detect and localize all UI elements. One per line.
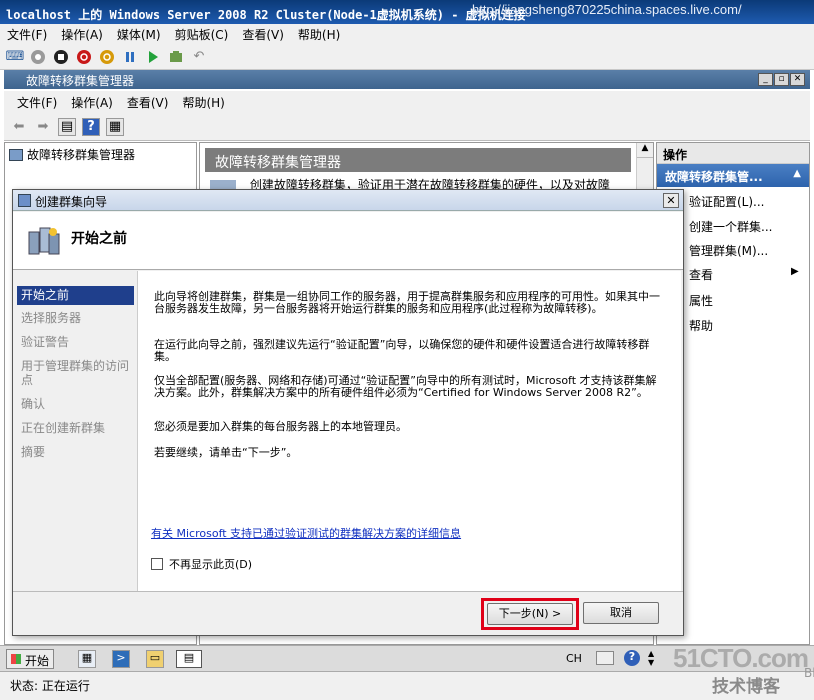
back-icon[interactable]: ⬅ [10,118,28,136]
vm-title: localhost 上的 Windows Server 2008 R2 Clus… [6,8,526,22]
shutdown-icon[interactable] [75,48,93,66]
resume-icon[interactable] [144,48,162,66]
explorer-icon[interactable]: ▭ [146,650,164,668]
start-button[interactable]: 开始 [6,649,54,669]
center-scrollbar[interactable]: ▲ [636,143,653,189]
continue-paragraph: 若要继续，请单击“下一步”。 [154,446,298,459]
wizard-page-title: 开始之前 [71,231,127,247]
step-validation-warning: 验证警告 [21,335,70,349]
minimize-icon[interactable]: _ [758,73,773,86]
vm-menu-help[interactable]: 帮助(H) [291,26,347,43]
wizard-steps: 开始之前 选择服务器 验证警告 用于管理群集的访问点 确认 正在创建新群集 摘要 [13,271,136,591]
status-bar: 状态: 正在运行 [0,671,814,700]
wizard-content: 此向导将创建群集，群集是一组协同工作的服务器，用于提高群集服务和应用程序的可用性… [137,271,681,591]
mmc-menu-view[interactable]: 查看(V) [120,94,176,111]
language-indicator[interactable]: CH [566,652,582,665]
mmc-title: 故障转移群集管理器 [4,70,810,89]
support-info-link[interactable]: 有关 Microsoft 支持已通过验证测试的群集解决方案的详细信息 [151,525,461,541]
cluster-manager-taskbar-icon[interactable]: ▤ [176,650,202,668]
step-select-servers: 选择服务器 [21,311,82,325]
ime-options-icon[interactable]: ▲ ▼ [648,649,654,667]
mmc-toolbar: ⬅ ➡ ▤ ? ▦ [4,113,810,141]
dont-show-again-label: 不再显示此页(D) [169,558,253,571]
wizard-button-bar: 下一步(N) > 取消 [13,591,683,635]
step-access-point: 用于管理群集的访问点 [21,359,130,387]
mmc-menu-bar: 文件(F) 操作(A) 查看(V) 帮助(H) [4,91,810,113]
submenu-arrow-icon: ▶ [791,266,799,277]
step-summary: 摘要 [21,445,46,459]
dont-show-again-checkbox[interactable] [151,558,163,570]
help-icon[interactable]: ? [82,117,100,136]
wizard-title-bar: 创建群集向导 ✕ [13,190,683,211]
restore-icon[interactable]: ▫ [774,73,789,86]
action-validate[interactable]: 验证配置(L)... [689,193,765,210]
validate-paragraph: 在运行此向导之前，强烈建议先运行“验证配置”向导，以确保您的硬件和硬件设置适合进… [154,338,650,363]
intro-paragraph: 此向导将创建群集，群集是一组协同工作的服务器，用于提高群集服务和应用程序的可用性… [154,290,660,315]
show-action-pane-icon[interactable]: ▦ [106,117,124,136]
powershell-icon[interactable]: > [112,650,130,668]
step-creating-cluster: 正在创建新群集 [21,421,106,435]
vm-menu-file[interactable]: 文件(F) [0,26,54,43]
tree-root-item[interactable]: 故障转移群集管理器 [9,146,135,163]
show-tree-icon[interactable]: ▤ [58,117,76,136]
actions-group-label: 故障转移群集管... [665,170,763,184]
actions-header: 操作 [657,143,809,164]
vm-menu-clipboard[interactable]: 剪贴板(C) [168,26,236,43]
wizard-close-icon[interactable]: ✕ [663,193,679,208]
wizard-title: 创建群集向导 [35,195,108,209]
dont-show-again-option[interactable]: 不再显示此页(D) [151,556,252,572]
support-paragraph: 仅当全部配置(服务器、网络和存储)可通过“验证配置”向导中的所有测试时，Micr… [154,374,657,399]
pause-icon[interactable] [121,48,139,66]
revert-icon[interactable]: ↶ [190,48,208,66]
cluster-servers-icon [27,224,61,258]
url-watermark: http://jiangsheng870225china.spaces.live… [472,2,742,17]
cancel-button[interactable]: 取消 [583,602,659,624]
wizard-header: 开始之前 [13,212,683,270]
mmc-menu-action[interactable]: 操作(A) [64,94,120,111]
ctrl-alt-del-icon[interactable]: ⌨ [6,48,25,66]
start-vm-icon[interactable] [29,48,47,66]
scroll-up-icon[interactable]: ▲ [637,143,653,158]
blog-watermark: 技术博客 Blog [712,666,814,697]
vm-menu-action[interactable]: 操作(A) [54,26,110,43]
action-help[interactable]: 帮助 [689,317,713,334]
vm-menu-media[interactable]: 媒体(M) [110,26,168,43]
mmc-menu-help[interactable]: 帮助(H) [175,94,231,111]
tree-root-label: 故障转移群集管理器 [27,148,136,162]
blog-watermark-text: 技术博客 [712,677,780,697]
vm-toolbar: ⌨ ↶ [0,44,814,70]
vm-menu-bar: 文件(F) 操作(A) 媒体(M) 剪贴板(C) 查看(V) 帮助(H) [0,24,814,44]
vm-menu-view[interactable]: 查看(V) [235,26,291,43]
actions-group-header[interactable]: 故障转移群集管... ▲ [657,164,809,187]
create-cluster-wizard: 创建群集向导 ✕ 开始之前 开始之前 选择服务器 验证警告 用于管理群集的访问点… [12,189,684,636]
next-button[interactable]: 下一步(N) > [487,603,573,625]
site-watermark: 51CTO.com [672,643,809,673]
action-properties[interactable]: 属性 [689,292,713,309]
center-header: 故障转移群集管理器 [205,148,631,172]
ime-help-icon[interactable]: ? [624,650,640,666]
cluster-icon [9,148,23,161]
turn-off-icon[interactable] [52,48,70,66]
action-view[interactable]: 查看 [689,266,713,283]
save-state-icon[interactable] [98,48,116,66]
close-icon[interactable]: ✕ [790,73,805,86]
keyboard-icon[interactable] [596,651,614,665]
step-confirmation: 确认 [21,397,46,411]
step-before-you-begin: 开始之前 [17,286,134,305]
mmc-menu-file[interactable]: 文件(F) [10,94,64,111]
snapshot-icon[interactable] [167,48,185,66]
vm-title-bar: localhost 上的 Windows Server 2008 R2 Clus… [0,0,814,24]
server-manager-icon[interactable]: ▦ [78,650,96,668]
admin-paragraph: 您必须是要加入群集的每台服务器上的本地管理员。 [154,420,407,433]
forward-icon[interactable]: ➡ [34,118,52,136]
blog-watermark-suffix: Blog [804,666,814,680]
action-manage-cluster[interactable]: 管理群集(M)... [689,242,768,259]
wizard-icon [18,194,31,207]
collapse-icon[interactable]: ▲ [793,168,801,179]
action-create-cluster[interactable]: 创建一个群集... [689,218,772,235]
